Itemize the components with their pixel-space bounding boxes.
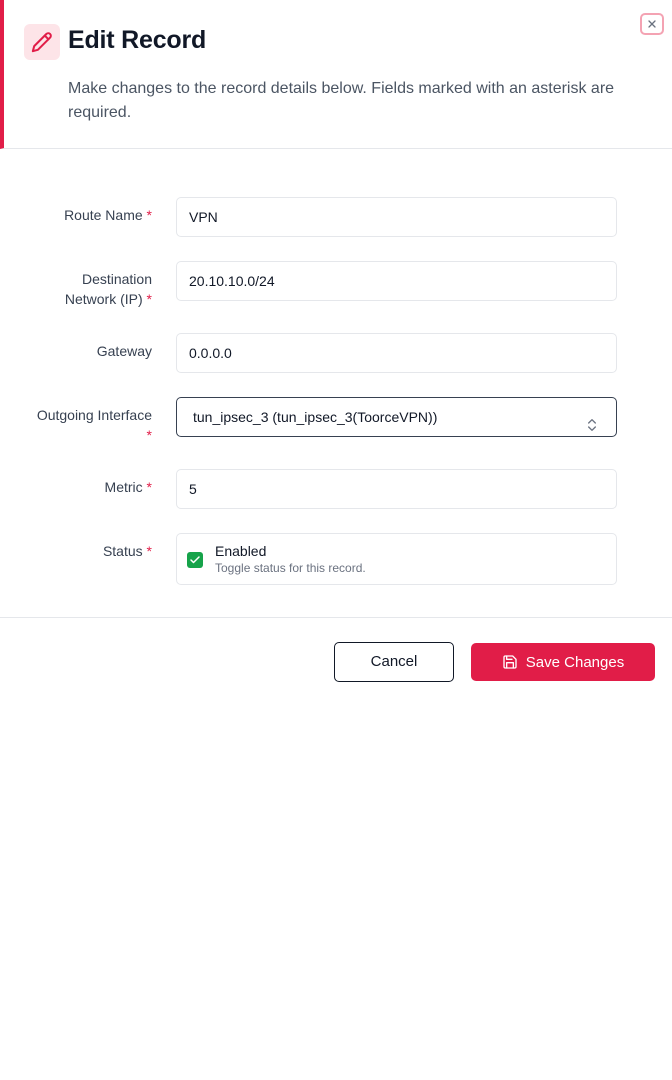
save-button-label: Save Changes	[525, 653, 625, 671]
status-help-text: Toggle status for this record.	[215, 561, 366, 575]
dialog-title: Edit Record	[68, 26, 207, 54]
close-button[interactable]	[640, 13, 664, 35]
dialog-header: Edit Record Make changes to the record d…	[0, 0, 672, 149]
pencil-icon	[24, 24, 60, 60]
interface-label: Outgoing Interface *	[36, 407, 152, 443]
status-checkbox-label: Enabled	[215, 543, 267, 559]
status-label: Status *	[102, 543, 152, 559]
gateway-label: Gateway	[96, 343, 152, 359]
metric-label: Metric *	[104, 479, 152, 495]
required-marker: *	[146, 427, 152, 443]
dialog-footer: Cancel Save Changes	[0, 617, 672, 703]
edit-record-dialog: Edit Record Make changes to the record d…	[0, 0, 672, 703]
close-icon	[646, 18, 658, 30]
save-changes-button[interactable]: Save Changes	[471, 643, 655, 681]
status-checkbox[interactable]	[187, 552, 203, 568]
required-marker: *	[146, 479, 152, 495]
route-name-input[interactable]	[176, 197, 617, 237]
cancel-button[interactable]: Cancel	[334, 642, 454, 682]
outgoing-interface-select[interactable]: tun_ipsec_3 (tun_ipsec_3(ToorceVPN))	[176, 397, 617, 437]
required-marker: *	[146, 207, 152, 223]
required-marker: *	[146, 543, 152, 559]
metric-input[interactable]	[176, 469, 617, 509]
chevron-up-down-icon	[584, 409, 600, 431]
route-name-label: Route Name *	[64, 207, 152, 223]
required-marker: *	[146, 291, 152, 307]
destination-network-input[interactable]	[176, 261, 617, 301]
destination-label: Destination Network (IP) *	[64, 271, 152, 307]
select-value: tun_ipsec_3 (tun_ipsec_3(ToorceVPN))	[193, 409, 438, 425]
dialog-description: Make changes to the record details below…	[68, 80, 615, 121]
save-icon	[502, 654, 518, 670]
check-icon	[189, 554, 201, 566]
status-toggle-box[interactable]: Enabled Toggle status for this record.	[176, 533, 617, 585]
gateway-input[interactable]	[176, 333, 617, 373]
